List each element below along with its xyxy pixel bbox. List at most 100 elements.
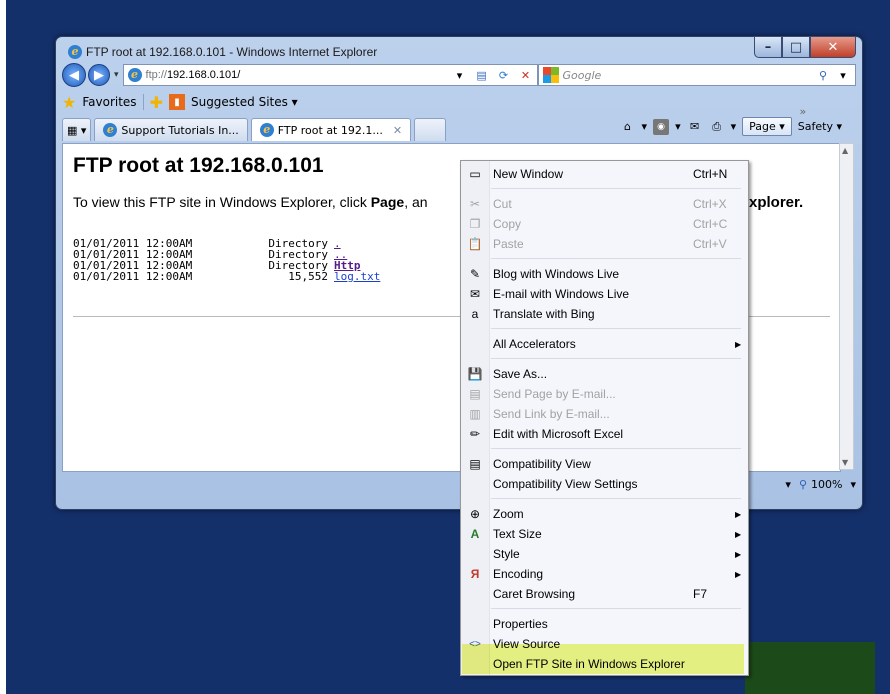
zoom-dropdown-icon[interactable]: ▾: [850, 478, 856, 491]
vertical-scrollbar[interactable]: ▲ ▼: [839, 143, 854, 470]
menu-item-open-ftp-explorer[interactable]: Open FTP Site in Windows Explorer: [461, 654, 748, 674]
menu-item-send-link[interactable]: ▥ Send Link by E-mail...: [461, 404, 748, 424]
favorites-button[interactable]: Favorites: [82, 95, 136, 109]
ftp-listing: 01/01/2011 12:00AM Directory. 01/01/2011 …: [73, 238, 380, 282]
menu-item-text-size[interactable]: A Text Size ▶: [461, 524, 748, 544]
menu-item-send-page[interactable]: ▤ Send Page by E-mail...: [461, 384, 748, 404]
read-mail-icon[interactable]: ✉: [687, 119, 703, 135]
menu-item-shortcut: Ctrl+X: [693, 197, 727, 211]
intro-text-post: , an: [404, 194, 428, 210]
menu-item-label: E-mail with Windows Live: [493, 287, 630, 301]
feeds-dropdown-icon[interactable]: ▾: [675, 120, 681, 133]
refresh-icon[interactable]: ⟳: [496, 67, 512, 83]
search-icon[interactable]: ⚲: [815, 67, 831, 83]
new-tab-button[interactable]: [414, 118, 447, 141]
menu-separator: [491, 608, 741, 609]
menu-item-label: Compatibility View Settings: [493, 477, 638, 491]
menu-item-label: Paste: [493, 237, 524, 251]
recent-pages-dropdown[interactable]: ▾: [114, 70, 119, 80]
send-link-icon: ▥: [469, 407, 481, 421]
menu-item-label: Compatibility View: [493, 457, 591, 471]
menu-item-copy[interactable]: ❐ Copy Ctrl+C: [461, 214, 748, 234]
list-item: 01/01/2011 12:00AM 15,552 log.txt: [73, 271, 380, 282]
suggested-sites-button[interactable]: Suggested Sites ▾: [191, 95, 298, 109]
safety-menu-button[interactable]: Safety ▾: [798, 120, 842, 133]
search-options-icon[interactable]: ▾: [835, 67, 851, 83]
search-placeholder: Google: [562, 68, 602, 82]
menu-item-encoding[interactable]: Я Encoding ▶: [461, 564, 748, 584]
menu-separator: [491, 188, 741, 189]
submenu-arrow-icon: ▶: [735, 569, 742, 579]
menu-item-zoom[interactable]: ⊕ Zoom ▶: [461, 504, 748, 524]
menu-item-compat-view[interactable]: ▤ Compatibility View: [461, 454, 748, 474]
tab-ie-icon: e: [103, 123, 118, 137]
search-box[interactable]: Google ⚲ ▾: [537, 64, 856, 86]
more-commands-icon[interactable]: »: [800, 105, 807, 118]
address-dropdown-icon[interactable]: ▾: [452, 67, 468, 83]
favorites-separator: [142, 94, 144, 110]
ie-logo-icon: e: [68, 45, 82, 59]
close-window-button[interactable]: ✕: [810, 36, 856, 58]
intro-text-bold: Page: [370, 194, 405, 210]
email-icon: ✉: [469, 287, 481, 301]
page-menu-button[interactable]: Page ▾: [742, 117, 792, 136]
submenu-arrow-icon: ▶: [735, 339, 742, 349]
encoding-icon: Я: [470, 567, 480, 581]
menu-item-label: Send Page by E-mail...: [493, 387, 616, 401]
zoom-control[interactable]: ⚲ 100%: [799, 478, 843, 491]
back-button[interactable]: ◀: [62, 63, 86, 87]
menu-separator: [491, 258, 741, 259]
menu-item-caret-browsing[interactable]: Caret Browsing F7: [461, 584, 748, 604]
status-dropdown-icon[interactable]: ▾: [785, 478, 791, 491]
quick-tabs-button[interactable]: ▦ ▾: [62, 118, 92, 141]
cut-icon: ✂: [469, 197, 481, 211]
address-tools: ▾ ▤ ⟳ ✕: [452, 67, 534, 83]
home-dropdown-icon[interactable]: ▾: [642, 120, 648, 133]
scroll-down-icon[interactable]: ▼: [842, 458, 848, 467]
minimize-button[interactable]: –: [754, 36, 782, 58]
tab-support-tutorials[interactable]: e Support Tutorials In...: [94, 118, 248, 141]
menu-item-properties[interactable]: Properties: [461, 614, 748, 634]
menu-item-new-window[interactable]: ▭ New Window Ctrl+N: [461, 164, 748, 184]
print-dropdown-icon[interactable]: ▾: [731, 120, 737, 133]
menu-item-label: Save As...: [493, 367, 548, 381]
forward-button[interactable]: ▶: [88, 64, 110, 86]
menu-item-translate[interactable]: a Translate with Bing: [461, 304, 748, 324]
menu-item-cut[interactable]: ✂ Cut Ctrl+X: [461, 194, 748, 214]
menu-item-email-live[interactable]: ✉ E-mail with Windows Live: [461, 284, 748, 304]
menu-item-label: Text Size: [493, 527, 542, 541]
title-bar: e FTP root at 192.168.0.101 - Windows In…: [68, 45, 377, 59]
save-icon: 💾: [467, 367, 483, 381]
desktop-region: [745, 642, 875, 694]
menu-item-blog[interactable]: ✎ Blog with Windows Live: [461, 264, 748, 284]
home-icon[interactable]: ⌂: [620, 119, 636, 135]
menu-item-edit-excel[interactable]: ✏ Edit with Microsoft Excel: [461, 424, 748, 444]
tab-ftp-root[interactable]: e FTP root at 192.1... ✕: [250, 118, 412, 141]
tab-bar: ▦ ▾ e Support Tutorials In... e FTP root…: [62, 105, 856, 141]
entry-link[interactable]: log.txt: [334, 271, 380, 282]
feeds-icon[interactable]: ◉: [653, 118, 670, 135]
maximize-button[interactable]: □: [782, 36, 810, 58]
address-row: ◀ ▶ ▾ e ftp://192.168.0.101/ ▾ ▤ ⟳ ✕ Goo…: [62, 63, 856, 87]
entry-size: 15,552: [288, 270, 328, 283]
submenu-arrow-icon: ▶: [735, 509, 742, 519]
menu-item-paste[interactable]: 📋 Paste Ctrl+V: [461, 234, 748, 254]
address-host: 192.168.0.101/: [166, 69, 241, 81]
translate-icon: a: [471, 307, 479, 321]
menu-item-compat-settings[interactable]: Compatibility View Settings: [461, 474, 748, 494]
menu-item-label: View Source: [493, 637, 561, 651]
stop-icon[interactable]: ✕: [518, 67, 534, 83]
menu-item-style[interactable]: Style ▶: [461, 544, 748, 564]
menu-separator: [491, 498, 741, 499]
scroll-up-icon[interactable]: ▲: [842, 146, 848, 155]
menu-item-save-as[interactable]: 💾 Save As...: [461, 364, 748, 384]
entry-date: 01/01/2011 12:00AM: [73, 270, 193, 283]
menu-item-label: Blog with Windows Live: [493, 267, 620, 281]
compat-view-icon[interactable]: ▤: [474, 67, 490, 83]
print-icon[interactable]: ⎙: [709, 119, 725, 135]
add-favorite-icon[interactable]: ✚: [150, 93, 163, 112]
menu-item-view-source[interactable]: <> View Source: [461, 634, 748, 654]
menu-item-all-accelerators[interactable]: All Accelerators ▶: [461, 334, 748, 354]
close-tab-icon[interactable]: ✕: [393, 124, 402, 137]
submenu-arrow-icon: ▶: [735, 549, 742, 559]
